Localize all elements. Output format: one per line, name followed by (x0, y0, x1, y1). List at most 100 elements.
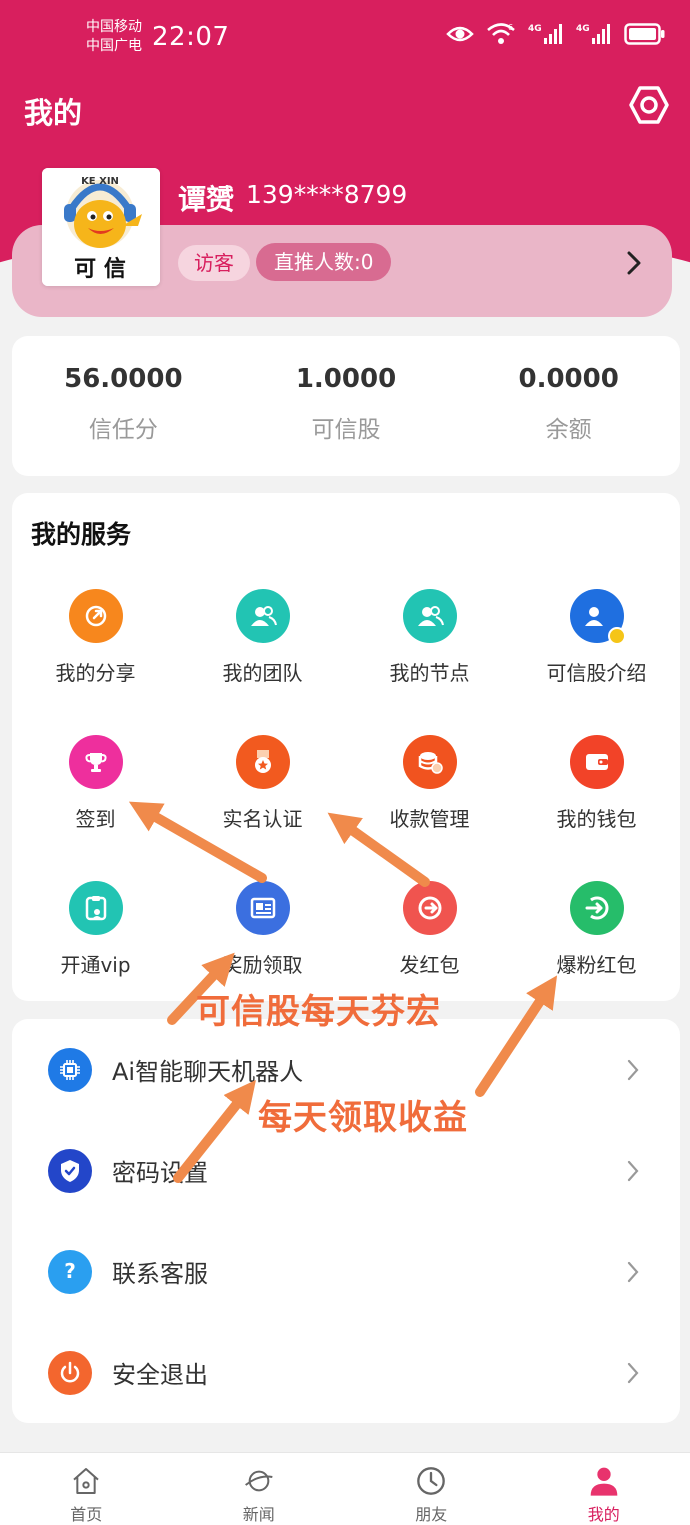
service-checkin[interactable]: 签到 (12, 735, 179, 881)
question-bubble-icon: ? (48, 1249, 92, 1294)
signal-4g-icon-2: 4G (576, 24, 610, 44)
stat-label: 余额 (545, 417, 592, 443)
eye-icon (446, 26, 474, 42)
nav-home[interactable]: 首页 (0, 1453, 173, 1525)
service-fan-red-packet[interactable]: 爆粉红包 (513, 881, 680, 1027)
services-title: 我的服务 (31, 520, 132, 549)
service-label: 我的钱包 (556, 807, 637, 831)
settings-hexagon-icon (629, 86, 669, 124)
service-label: 奖励领取 (222, 953, 303, 977)
annotation-text-2: 每天领取收益 (258, 1098, 468, 1138)
clock-icon (417, 1467, 446, 1495)
stat-trust-score[interactable]: 56.0000 信任分 (12, 336, 235, 476)
kexin-logo: KE XIN 可 信 (42, 168, 160, 286)
services-card: 我的服务 我的分享 我的团队 我的节点 可信股介绍 签到 实名认证 收款管理 我… (12, 493, 680, 1001)
service-real-name[interactable]: 实名认证 (179, 735, 346, 881)
chip-icon (48, 1047, 92, 1092)
stat-value: 56.0000 (64, 364, 183, 394)
service-open-vip[interactable]: 开通vip (12, 881, 179, 1027)
medal-icon (235, 735, 290, 789)
team-icon (235, 589, 290, 643)
node-icon (402, 589, 457, 643)
avatar-logo-text: 可 信 (74, 256, 126, 282)
wallet-icon (569, 735, 624, 789)
bottom-nav: 首页 新闻 朋友 我的 (0, 1452, 690, 1525)
svg-text:6: 6 (508, 23, 513, 32)
stats-card: 56.0000 信任分 1.0000 可信股 0.0000 余额 (12, 336, 680, 476)
chevron-right-icon (627, 1160, 639, 1181)
list-item-label: Ai智能聊天机器人 (112, 1058, 304, 1086)
home-icon (73, 1468, 99, 1494)
service-payment-mgmt[interactable]: 收款管理 (346, 735, 513, 881)
avatar[interactable]: KE XIN 可 信 (42, 168, 160, 286)
chevron-right-icon (627, 1059, 639, 1080)
chevron-right-icon[interactable] (622, 248, 646, 278)
list-item-label: 密码设置 (112, 1159, 208, 1187)
services-grid: 我的分享 我的团队 我的节点 可信股介绍 签到 实名认证 收款管理 我的钱包 开… (12, 589, 680, 1027)
user-icon (590, 1467, 618, 1496)
stock-intro-icon (569, 589, 626, 645)
annotation-text-1: 可信股每天芬宏 (196, 992, 441, 1032)
chevron-right-icon (627, 1261, 639, 1282)
service-label: 爆粉红包 (556, 953, 637, 977)
carrier-1: 中国移动 (86, 19, 142, 35)
carrier-2: 中国广电 (86, 38, 142, 54)
share-icon (68, 589, 123, 643)
nav-mine[interactable]: 我的 (518, 1453, 690, 1525)
chevron-right-icon (627, 1362, 639, 1383)
svg-text:?: ? (64, 1259, 76, 1283)
service-label: 可信股介绍 (546, 661, 647, 685)
service-stock-intro[interactable]: 可信股介绍 (513, 589, 680, 735)
status-time: 22:07 (152, 22, 230, 52)
page-title: 我的 (24, 96, 83, 130)
settings-button[interactable] (628, 84, 670, 126)
service-label: 我的分享 (55, 661, 136, 685)
wifi-icon: 6 (487, 23, 515, 44)
stat-value: 0.0000 (518, 364, 619, 394)
settings-list: Ai智能聊天机器人 密码设置 ? 联系客服 安全退出 (12, 1019, 680, 1423)
nav-label: 我的 (587, 1505, 620, 1524)
coins-icon (402, 735, 457, 789)
nav-label: 新闻 (242, 1505, 275, 1524)
service-my-share[interactable]: 我的分享 (12, 589, 179, 735)
list-item-label: 联系客服 (112, 1260, 208, 1288)
user-phone: 139****8799 (246, 180, 408, 209)
service-my-team[interactable]: 我的团队 (179, 589, 346, 735)
send-red-packet-icon (402, 881, 457, 935)
nav-news[interactable]: 新闻 (173, 1453, 346, 1525)
role-badge: 访客 (178, 245, 250, 281)
service-label: 我的节点 (389, 661, 470, 685)
trophy-icon (68, 735, 123, 789)
reward-card-icon (235, 881, 290, 935)
service-label: 签到 (75, 807, 116, 831)
vip-icon (68, 881, 123, 935)
list-item-label: 安全退出 (112, 1361, 208, 1389)
service-label: 发红包 (399, 953, 460, 977)
stat-label: 信任分 (88, 417, 158, 443)
user-name: 谭赟 (178, 183, 235, 216)
power-icon (48, 1350, 92, 1395)
stat-value: 1.0000 (295, 364, 397, 394)
status-bar: 中国移动 中国广电 22:07 6 4G 4G (0, 0, 690, 80)
coin-icon (607, 627, 626, 645)
shield-check-icon (48, 1148, 92, 1193)
stat-kexin-stock[interactable]: 1.0000 可信股 (235, 336, 458, 476)
service-label: 收款管理 (389, 807, 470, 831)
nav-label: 朋友 (415, 1505, 448, 1524)
stat-balance[interactable]: 0.0000 余额 (457, 336, 680, 476)
service-my-node[interactable]: 我的节点 (346, 589, 513, 735)
service-my-wallet[interactable]: 我的钱包 (513, 735, 680, 881)
direct-referral-badge: 直推人数:0 (256, 243, 392, 281)
planet-icon (244, 1470, 273, 1492)
carrier-names: 中国移动 中国广电 (86, 18, 142, 56)
nav-label: 首页 (70, 1505, 103, 1524)
nav-friends[interactable]: 朋友 (345, 1453, 518, 1525)
battery-icon (624, 23, 665, 45)
svg-text:4G: 4G (528, 24, 542, 34)
service-label: 实名认证 (222, 807, 303, 831)
list-item-customer-service[interactable]: ? 联系客服 (12, 1221, 680, 1322)
signal-4g-icon: 4G (528, 24, 562, 44)
list-item-logout[interactable]: 安全退出 (12, 1322, 680, 1423)
service-label: 我的团队 (222, 661, 303, 685)
stat-label: 可信股 (311, 417, 381, 443)
